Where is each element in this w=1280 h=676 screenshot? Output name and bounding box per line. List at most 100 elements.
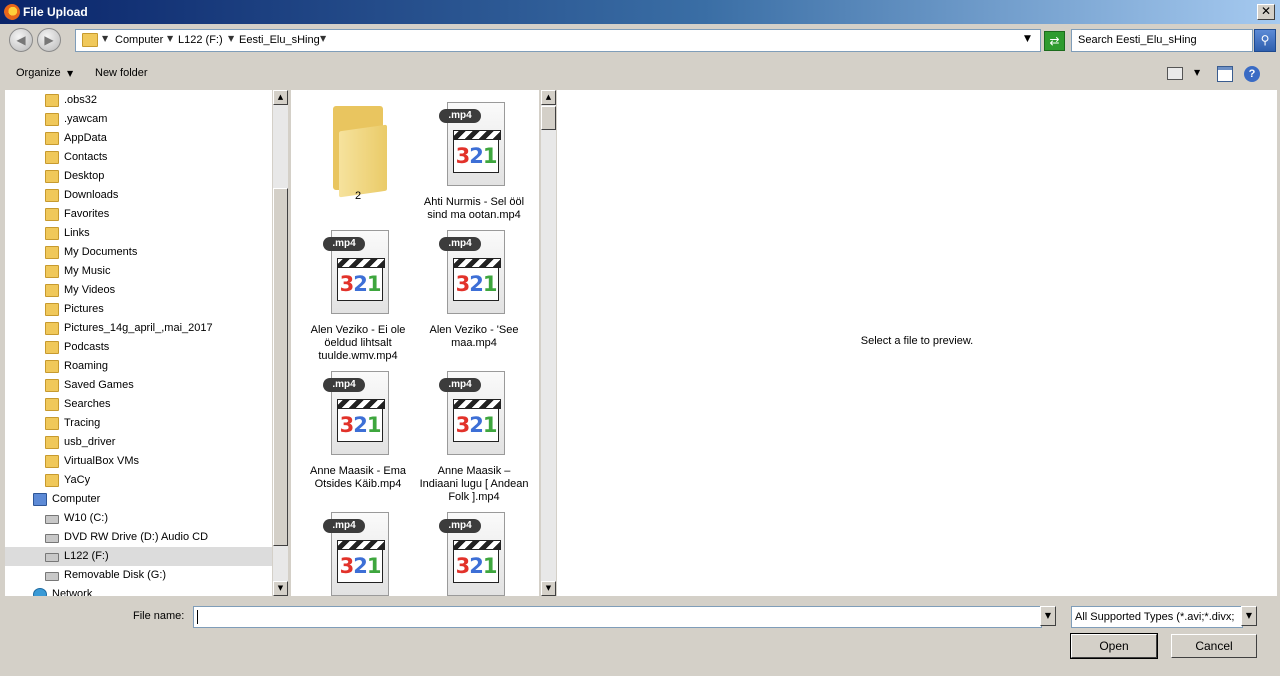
file-item[interactable]: .mp4 321 Alen Veziko - 'See maa.mp4 [419,226,529,354]
filetype-select[interactable]: All Supported Types (*.avi;*.divx; [1071,606,1243,628]
nav-item-label: Saved Games [64,379,134,391]
nav-item[interactable]: My Videos [5,281,272,300]
open-button[interactable]: Open [1070,633,1158,659]
mp4-video-icon: .mp4 321 [323,371,391,455]
nav-item[interactable]: Downloads [5,186,272,205]
file-list: 2 .mp4 321 Ahti Nurmis - Sel ööl sind ma oo… [291,90,539,596]
nav-item[interactable]: Favorites [5,205,272,224]
file-item[interactable]: .mp4 321 Anne Maasik - Ema Otsides Käib.mp… [303,367,413,495]
mp4-badge: .mp4 [439,109,481,123]
nav-item[interactable]: Network [5,585,272,596]
breadcrumb-computer[interactable]: Computer [115,34,163,46]
file-item[interactable]: .mp4 321 Ahti Nurmis - Sel ööl sind ma oot… [419,98,529,226]
forward-button[interactable]: ▶ [37,28,61,52]
mp4-badge: .mp4 [323,378,365,392]
refresh-button[interactable]: ⇄ [1044,31,1065,51]
scroll-thumb[interactable] [541,106,556,130]
file-name: Anne Maasik – Indiaani lugu [ Andean Fol… [419,465,529,503]
search-button[interactable]: ⚲ [1254,29,1276,52]
file-scrollbar[interactable]: ▲ ▼ [541,90,556,596]
nav-item[interactable]: My Music [5,262,272,281]
dvd-drive-icon [45,534,59,543]
nav-item[interactable]: Podcasts [5,338,272,357]
breadcrumb-folder[interactable]: Eesti_Elu_sHing [239,34,320,46]
file-item[interactable]: .mp4 321 [303,508,413,596]
search-input[interactable]: Search Eesti_Elu_sHing [1071,29,1253,52]
nav-item[interactable]: Removable Disk (G:) [5,566,272,585]
preview-pane: Select a file to preview. [557,90,1277,596]
scroll-thumb[interactable] [273,188,288,546]
nav-item[interactable]: YaCy [5,471,272,490]
folder-icon [45,379,59,392]
file-item[interactable]: .mp4 321 Alen Veziko - Ei ole öeldud lihts… [303,226,413,362]
nav-item[interactable]: Pictures [5,300,272,319]
nav-item[interactable]: DVD RW Drive (D:) Audio CD [5,528,272,547]
nav-item[interactable]: .obs32 [5,91,272,110]
nav-item[interactable]: Roaming [5,357,272,376]
nav-item[interactable]: Searches [5,395,272,414]
new-folder-button[interactable]: New folder [95,67,148,79]
nav-item-label: Links [64,227,90,239]
change-view-icon[interactable] [1167,67,1183,80]
address-history-dropdown[interactable]: ▼ [1024,34,1031,44]
mp4-badge: .mp4 [439,237,481,251]
file-name: 2 [354,190,362,202]
nav-item[interactable]: Contacts [5,148,272,167]
nav-item-label: Computer [52,493,101,505]
file-name: Alen Veziko - Ei ole öeldud lihtsalt tuu… [310,324,406,362]
folder-icon [45,246,59,259]
folder-icon [45,322,59,335]
nav-item[interactable]: L122 (F:) [5,547,272,566]
nav-item[interactable]: .yawcam [5,110,272,129]
breadcrumb-arrow-icon[interactable]: ▼ [102,34,108,43]
mp4-badge: .mp4 [323,519,365,533]
breadcrumb-drive[interactable]: L122 (F:) [178,34,223,46]
nav-item[interactable]: Pictures_14g_april_,mai_2017 [5,319,272,338]
address-bar[interactable]: ▼ Computer ▼ L122 (F:) ▼ Eesti_Elu_sHing… [75,29,1041,52]
breadcrumb-arrow-icon[interactable]: ▼ [167,34,173,43]
filename-dropdown[interactable]: ▼ [1040,606,1056,626]
nav-item[interactable]: Saved Games [5,376,272,395]
nav-item[interactable]: Computer [5,490,272,509]
help-icon[interactable]: ? [1244,66,1260,82]
folder-icon [45,436,59,449]
folder-icon [45,417,59,430]
mp4-video-icon: .mp4 321 [323,230,391,314]
chevron-down-icon[interactable]: ▼ [1194,68,1200,77]
nav-item-label: .yawcam [64,113,108,125]
nav-item[interactable]: AppData [5,129,272,148]
cancel-button[interactable]: Cancel [1171,634,1257,658]
filetype-dropdown[interactable]: ▼ [1241,606,1257,626]
nav-item[interactable]: My Documents [5,243,272,262]
folder-item[interactable]: 2 [303,98,413,226]
scroll-up-button[interactable]: ▲ [541,90,556,105]
nav-item[interactable]: Links [5,224,272,243]
breadcrumb-arrow-icon[interactable]: ▼ [228,34,234,43]
nav-item-label: Tracing [64,417,101,429]
nav-item[interactable]: W10 (C:) [5,509,272,528]
file-item[interactable]: .mp4 321 Anne Maasik – Indiaani lugu [ And… [419,367,529,503]
drive-icon [45,572,59,581]
nav-item[interactable]: usb_driver [5,433,272,452]
scroll-down-button[interactable]: ▼ [541,581,556,596]
back-button[interactable]: ◀ [9,28,33,52]
preview-pane-icon[interactable] [1217,66,1233,82]
filename-input[interactable] [193,606,1042,628]
mp4-video-icon: .mp4 321 [439,102,507,186]
file-item[interactable]: .mp4 321 [419,508,529,596]
scroll-down-button[interactable]: ▼ [273,581,288,596]
nav-item[interactable]: Tracing [5,414,272,433]
folder-icon [323,98,391,198]
text-caret [197,610,198,624]
folder-icon [45,360,59,373]
nav-item-label: My Documents [64,246,138,258]
chevron-down-icon[interactable]: ▼ [67,69,73,78]
nav-item[interactable]: VirtualBox VMs [5,452,272,471]
organize-button[interactable]: Organize [16,67,61,79]
breadcrumb-arrow-icon[interactable]: ▼ [320,34,326,43]
nav-item-label: Removable Disk (G:) [64,569,167,581]
nav-scrollbar[interactable]: ▲ ▼ [273,90,288,596]
nav-item[interactable]: Desktop [5,167,272,186]
close-button[interactable]: ✕ [1257,4,1275,20]
scroll-up-button[interactable]: ▲ [273,90,288,105]
